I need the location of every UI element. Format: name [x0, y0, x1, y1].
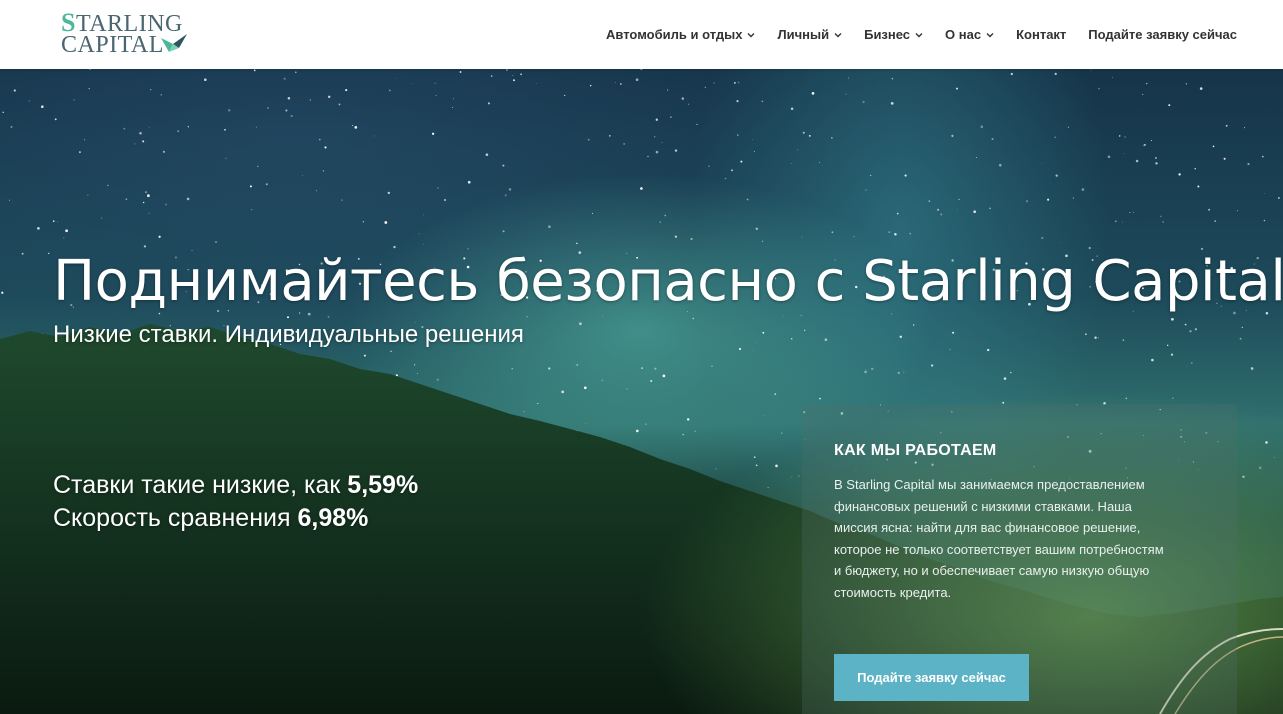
- chevron-down-icon: [915, 32, 923, 37]
- chevron-down-icon: [986, 32, 994, 37]
- comparison-rate-value: 6,98%: [297, 504, 369, 532]
- nav-item-label: Автомобиль и отдых: [606, 27, 743, 42]
- hero-subtitle: Низкие ставки. Индивидуальные решения: [53, 321, 524, 348]
- nav-item-about[interactable]: О нас: [945, 27, 994, 42]
- bird-logo-icon: [161, 34, 187, 52]
- hero-section: Поднимайтесь безопасно с Starling Capita…: [0, 69, 1283, 714]
- hero-title: Поднимайтесь безопасно с Starling Capita…: [53, 249, 1283, 314]
- nav-item-label: Контакт: [1016, 27, 1067, 42]
- rates-block: Ставки такие низкие, как 5,59% Скорость …: [53, 469, 418, 535]
- nav-item-apply-now[interactable]: Подайте заявку сейчас: [1088, 27, 1237, 42]
- rate-line-2: Скорость сравнения 6,98%: [53, 502, 418, 535]
- how-we-work-title: КАК МЫ РАБОТАЕМ: [834, 442, 997, 459]
- logo-word-2: CAPITAL: [61, 32, 164, 58]
- how-we-work-text: В Starling Capital мы занимаемся предост…: [834, 477, 1164, 600]
- apply-now-button[interactable]: Подайте заявку сейчас: [834, 654, 1029, 701]
- site-header: STARLING CAPITAL Автомобиль и отдых Личн…: [0, 0, 1283, 69]
- nav-item-auto-leisure[interactable]: Автомобиль и отдых: [606, 27, 755, 42]
- nav-item-personal[interactable]: Личный: [777, 27, 842, 42]
- starling-capital-logo[interactable]: STARLING CAPITAL: [61, 8, 191, 60]
- nav-item-label: Бизнес: [864, 27, 911, 42]
- how-we-work-card: КАК МЫ РАБОТАЕМ В Starling Capital мы за…: [802, 404, 1237, 714]
- nav-item-label: Подайте заявку сейчас: [1088, 27, 1237, 42]
- nav-item-contact[interactable]: Контакт: [1016, 27, 1066, 42]
- rate-line-1: Ставки такие низкие, как 5,59%: [53, 469, 418, 502]
- rate-value: 5,59%: [347, 471, 419, 499]
- nav-item-business[interactable]: Бизнес: [864, 27, 923, 42]
- nav-item-label: О нас: [945, 27, 982, 42]
- comparison-rate-label: Скорость сравнения: [53, 504, 298, 532]
- rate-label: Ставки такие низкие, как: [53, 471, 348, 499]
- nav-item-label: Личный: [777, 27, 830, 42]
- chevron-down-icon: [747, 32, 755, 37]
- chevron-down-icon: [834, 32, 842, 37]
- main-navigation: Автомобиль и отдых Личный Бизнес О нас К…: [606, 0, 1237, 69]
